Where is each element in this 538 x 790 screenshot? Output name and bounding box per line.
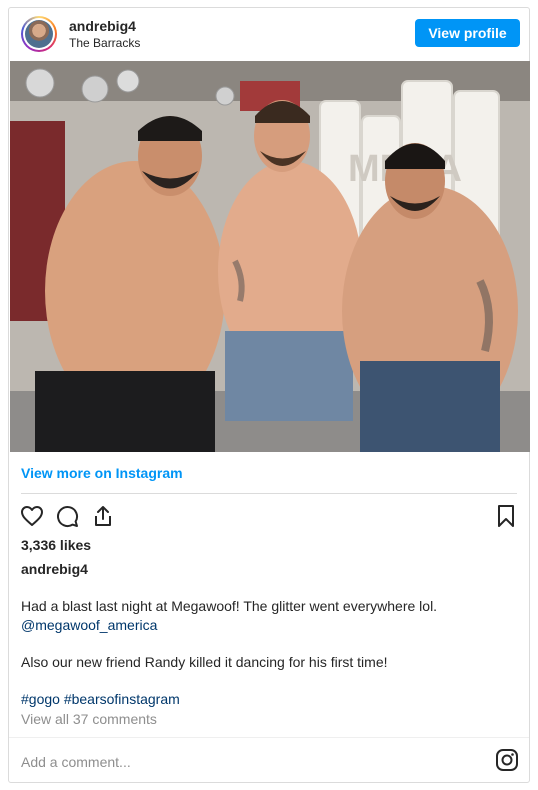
instagram-icon[interactable] (495, 748, 519, 772)
view-profile-button[interactable]: View profile (415, 19, 520, 47)
caption-text-2: Also our new friend Randy killed it danc… (21, 654, 388, 670)
location-label[interactable]: The Barracks (69, 36, 140, 50)
view-more-link[interactable]: View more on Instagram (21, 465, 183, 481)
caption-text-1: Had a blast last night at Megawoof! The … (21, 598, 438, 614)
likes-count[interactable]: 3,336 likes (21, 537, 91, 553)
avatar-image (25, 20, 53, 48)
caption-username[interactable]: andrebig4 (21, 561, 88, 577)
avatar[interactable] (21, 16, 57, 52)
view-comments-link[interactable]: View all 37 comments (21, 711, 157, 727)
post-photo[interactable]: MEGA (10, 61, 530, 452)
divider (9, 737, 529, 738)
post-photo-illustration: MEGA (10, 61, 530, 452)
divider (21, 493, 517, 494)
add-comment-field[interactable]: Add a comment... (21, 754, 131, 770)
post-caption: Had a blast last night at Megawoof! The … (21, 597, 511, 709)
instagram-embed-card: andrebig4 The Barracks View profile View… (8, 7, 530, 783)
share-icon[interactable] (89, 502, 117, 530)
username-link[interactable]: andrebig4 (69, 18, 136, 34)
bookmark-icon[interactable] (492, 502, 520, 530)
mention-link[interactable]: @megawoof_america (21, 616, 511, 635)
post-header: andrebig4 The Barracks View profile (9, 8, 529, 60)
hashtag-row: #gogo #bearsofinstagram (21, 690, 511, 709)
heart-icon[interactable] (18, 502, 46, 530)
action-bar (9, 502, 529, 532)
hashtag-link[interactable]: #gogo (21, 691, 60, 707)
hashtag-link[interactable]: #bearsofinstagram (64, 691, 180, 707)
comment-icon[interactable] (53, 502, 81, 530)
